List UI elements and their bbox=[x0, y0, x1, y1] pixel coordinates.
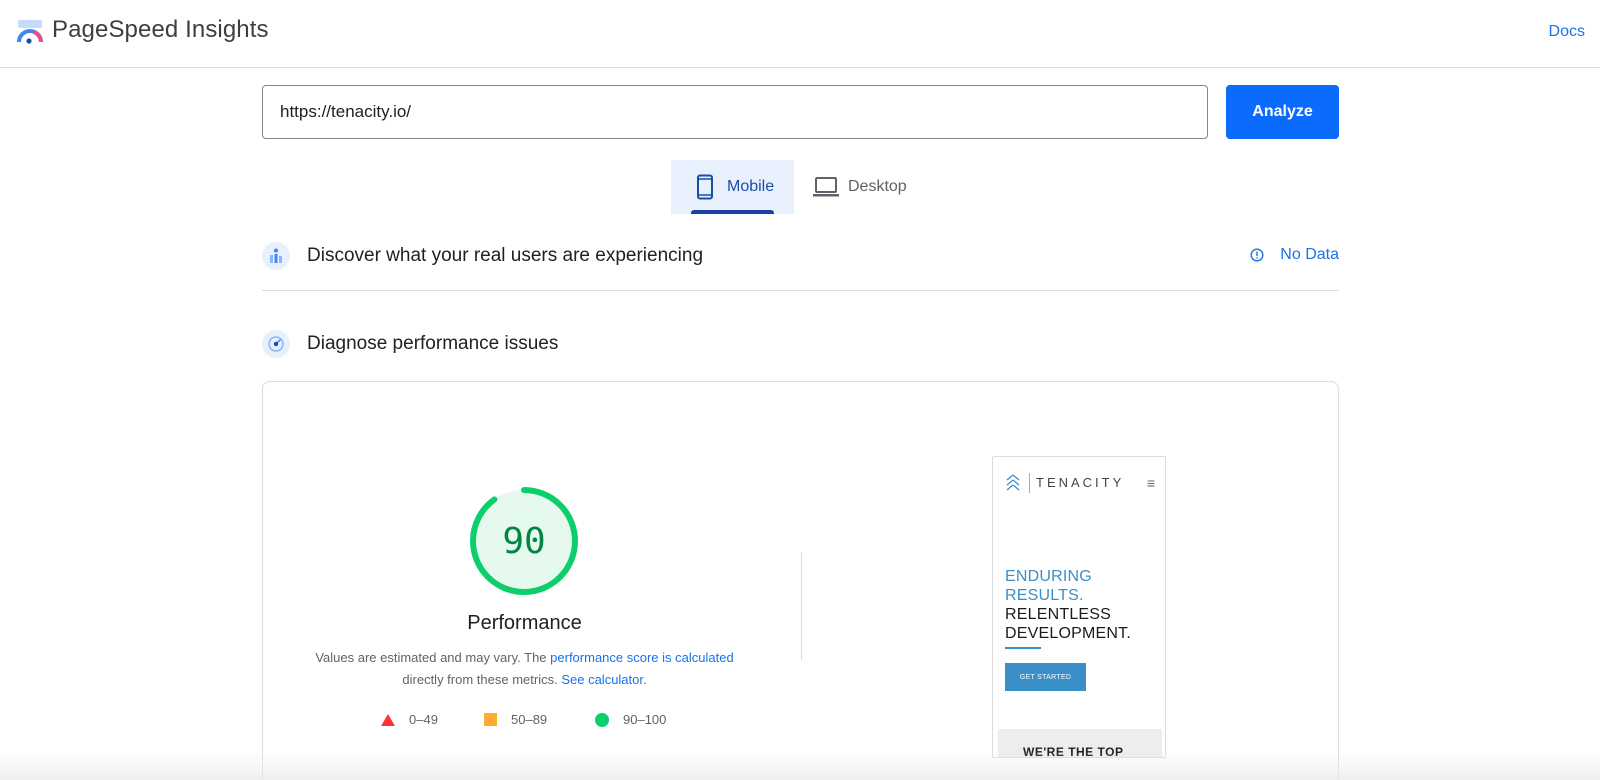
legend-label-pass: 90–100 bbox=[623, 712, 667, 727]
gauge-icon bbox=[262, 330, 290, 358]
laptop-icon bbox=[812, 173, 840, 201]
performance-description: Values are estimated and may vary. The p… bbox=[299, 647, 750, 691]
page-screenshot[interactable]: TENACITY ≡ ENDURING RESULTS. RELENTLESS … bbox=[992, 456, 1166, 758]
vertical-divider bbox=[801, 552, 802, 660]
triangle-icon bbox=[381, 713, 395, 726]
tab-mobile[interactable]: Mobile bbox=[671, 160, 794, 214]
performance-card: 90 Performance Values are estimated and … bbox=[262, 381, 1339, 780]
tenacity-brand: TENACITY bbox=[1029, 473, 1124, 493]
tenacity-logo: TENACITY bbox=[1005, 473, 1124, 493]
top-bar: PageSpeed Insights Docs bbox=[0, 0, 1600, 68]
docs-link[interactable]: Docs bbox=[1549, 23, 1585, 41]
desc-text-2: directly from these metrics. bbox=[402, 672, 562, 687]
tab-desktop-label: Desktop bbox=[848, 178, 907, 195]
tenacity-logo-icon bbox=[1006, 474, 1020, 491]
headline-line-3: RELENTLESS bbox=[1005, 606, 1112, 623]
no-data-indicator[interactable]: No Data bbox=[1250, 246, 1339, 264]
pagespeed-logo-icon[interactable] bbox=[16, 18, 44, 46]
see-calculator-link[interactable]: See calculator. bbox=[561, 672, 646, 687]
get-started-button: GET STARTED bbox=[1005, 663, 1086, 691]
url-input[interactable] bbox=[262, 85, 1208, 139]
phone-icon bbox=[691, 173, 719, 201]
field-data-title: Discover what your real users are experi… bbox=[307, 245, 704, 266]
active-tab-indicator bbox=[691, 210, 774, 214]
legend-label-fail: 0–49 bbox=[409, 712, 438, 727]
performance-score: 90 bbox=[502, 520, 546, 562]
tab-mobile-label: Mobile bbox=[727, 178, 775, 195]
legend-item-average: 50–89 bbox=[484, 712, 547, 727]
lab-data-section: Diagnose performance issues bbox=[262, 324, 1339, 364]
hamburger-icon: ≡ bbox=[1146, 475, 1155, 491]
analyze-button[interactable]: Analyze bbox=[1226, 85, 1339, 139]
app-title[interactable]: PageSpeed Insights bbox=[52, 16, 269, 44]
legend-item-pass: 90–100 bbox=[595, 712, 666, 727]
score-calculated-link[interactable]: performance score is calculated bbox=[550, 650, 734, 665]
field-data-section: Discover what your real users are experi… bbox=[262, 236, 1339, 276]
section-divider bbox=[262, 290, 1339, 291]
square-icon bbox=[484, 713, 497, 726]
circle-icon bbox=[595, 712, 609, 727]
headline-rule bbox=[1005, 647, 1041, 649]
users-chart-icon bbox=[262, 242, 290, 270]
screenshot-headline: ENDURING RESULTS. RELENTLESS DEVELOPMENT… bbox=[1005, 567, 1131, 643]
no-data-label: No Data bbox=[1280, 246, 1339, 263]
desc-text-1: Values are estimated and may vary. The bbox=[315, 650, 551, 665]
legend-item-fail: 0–49 bbox=[381, 712, 438, 727]
screenshot-band-text: WE'RE THE TOP bbox=[1023, 745, 1124, 758]
performance-title: Performance bbox=[467, 612, 582, 634]
tab-desktop[interactable]: Desktop bbox=[810, 160, 920, 214]
info-icon bbox=[1250, 248, 1264, 262]
headline-line-4: DEVELOPMENT. bbox=[1005, 625, 1131, 642]
headline-line-2: RESULTS. bbox=[1005, 587, 1084, 604]
headline-line-1: ENDURING bbox=[1005, 568, 1092, 585]
lab-data-title: Diagnose performance issues bbox=[307, 333, 559, 354]
legend-label-average: 50–89 bbox=[511, 712, 548, 727]
